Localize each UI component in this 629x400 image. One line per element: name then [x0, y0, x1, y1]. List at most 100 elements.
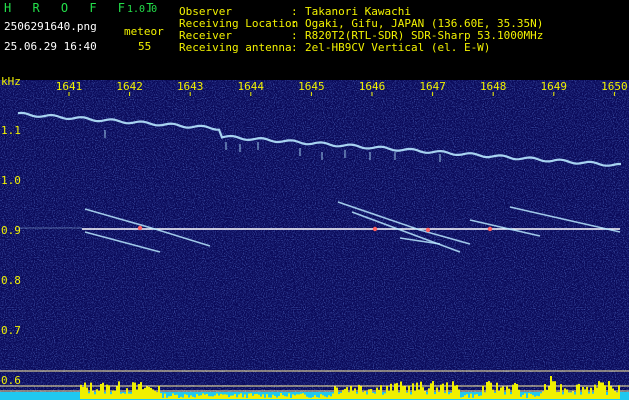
meter-bar [458, 389, 460, 399]
meter-bar [412, 383, 414, 399]
meter-bar [80, 384, 82, 399]
meter-bar [366, 394, 368, 399]
meter-bar [536, 395, 538, 399]
meter-bar [310, 397, 312, 399]
meter-bar [126, 388, 128, 399]
meter-bar [508, 388, 510, 399]
meter-bar [204, 394, 206, 399]
meter-bar [128, 393, 130, 399]
meter-bar [398, 392, 400, 399]
meter-bar [296, 394, 298, 399]
meter-bar [292, 394, 294, 399]
meter-bar [172, 393, 174, 399]
meter-bar [222, 394, 224, 399]
meter-bar [362, 392, 364, 399]
meter-bar [530, 393, 532, 399]
meter-bar [460, 397, 462, 399]
meter-bar [482, 385, 484, 399]
frequency-tick-label: 0.8 [1, 274, 21, 287]
meter-bar [352, 391, 354, 399]
info-key: Receiving antenna [179, 41, 292, 54]
meteor-echo-hotspot [137, 225, 143, 231]
meter-bar [328, 395, 330, 399]
meter-bar [354, 388, 356, 399]
meter-bar [540, 393, 542, 399]
meter-bar [168, 396, 170, 399]
meter-bar [348, 392, 350, 399]
meter-bar [410, 394, 412, 399]
meter-bar [164, 393, 166, 399]
meter-bar [500, 387, 502, 399]
meter-bar [548, 386, 550, 399]
meter-bar [514, 382, 516, 399]
time-tick-label: 1648 [480, 80, 507, 93]
meter-bar [462, 396, 464, 399]
meter-bar [388, 390, 390, 399]
meter-bar [476, 394, 478, 399]
meter-bar [186, 394, 188, 399]
meter-bar [456, 385, 458, 399]
meter-bar [106, 384, 108, 399]
meter-bar [144, 387, 146, 399]
frequency-tick-label: 1.0 [1, 174, 21, 187]
meter-bar [472, 397, 474, 399]
meter-bar [238, 394, 240, 399]
time-tick-label: 1647 [419, 80, 446, 93]
meter-bar [438, 391, 440, 399]
meter-bar [450, 392, 452, 399]
meter-bar [554, 381, 556, 399]
frequency-tick-label: 0.6 [1, 374, 21, 387]
info-sep: : [291, 41, 298, 54]
meter-bar [434, 394, 436, 399]
meter-bar [252, 395, 254, 399]
time-tick-label: 1644 [238, 80, 265, 93]
meter-bar [492, 389, 494, 399]
meter-bar [218, 395, 220, 399]
meter-bar [234, 394, 236, 399]
meter-bar [520, 396, 522, 399]
meter-bar [232, 395, 234, 399]
meter-bar [546, 389, 548, 399]
meter-bar [178, 397, 180, 399]
meter-bar [282, 395, 284, 399]
meter-bar [616, 392, 618, 399]
meter-bar [220, 393, 222, 399]
meter-bar [108, 385, 110, 399]
meter-bar [544, 384, 546, 399]
meter-bar [608, 381, 610, 399]
meter-bar [280, 393, 282, 399]
meter-bar [154, 390, 156, 399]
meter-bar [602, 382, 604, 399]
meter-bar [390, 383, 392, 399]
meter-bar [184, 394, 186, 399]
meter-bar [152, 389, 154, 399]
meter-bar [558, 391, 560, 399]
meter-bar [392, 390, 394, 399]
meter-bar [560, 384, 562, 399]
meter-bar [114, 390, 116, 399]
meter-bar [618, 385, 620, 399]
meter-bar [526, 397, 528, 399]
meter-bar [316, 397, 318, 399]
meter-bar [378, 389, 380, 399]
info-value: 2el-HB9CV Vertical (el. E-W) [305, 41, 491, 54]
meter-bar [174, 394, 176, 399]
meter-bar [494, 393, 496, 399]
meter-bar [262, 394, 264, 399]
meter-bar [302, 393, 304, 399]
meter-bar [228, 397, 230, 399]
meter-bar [250, 393, 252, 399]
meter-bar [470, 393, 472, 399]
meter-bar [532, 395, 534, 399]
meter-bar [488, 381, 490, 399]
meter-bar [432, 381, 434, 399]
meter-bar [110, 394, 112, 399]
meter-bar [272, 394, 274, 399]
meter-bar [214, 395, 216, 399]
meter-bar [572, 391, 574, 399]
meter-bar [512, 384, 514, 399]
meter-bar [190, 395, 192, 399]
meter-bar [242, 397, 244, 399]
file-name: 2506291640.png [4, 20, 97, 33]
meter-bar [568, 392, 570, 399]
